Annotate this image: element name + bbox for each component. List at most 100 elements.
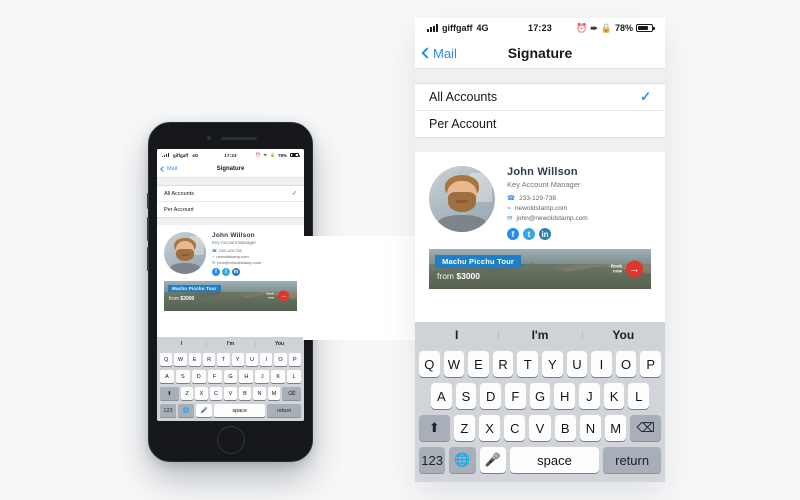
key-g[interactable]: G [223,370,238,383]
key-i[interactable]: I [260,353,273,366]
on-screen-keyboard[interactable]: I I'm You Q W E R T Y U I O P A S D F G … [415,322,665,482]
key-r[interactable]: R [492,351,514,377]
numbers-key[interactable]: 123 [419,447,446,473]
key-a[interactable]: A [430,383,452,409]
return-key[interactable]: return [603,447,661,473]
key-t[interactable]: T [217,353,230,366]
linkedin-icon[interactable]: in [539,228,551,240]
key-g[interactable]: G [529,383,551,409]
promo-banner[interactable]: Machu Picchu Tour from $3000 Book now → [164,281,297,311]
promo-banner[interactable]: Machu Picchu Tour from $3000 Book now → [429,249,651,289]
key-n[interactable]: N [253,387,266,400]
key-k[interactable]: K [271,370,286,383]
microphone-icon[interactable]: 🎤 [196,404,213,417]
key-u[interactable]: U [566,351,588,377]
key-b[interactable]: B [554,415,576,441]
key-q[interactable]: Q [419,351,440,377]
back-to-mail-button[interactable]: Mail [421,46,457,61]
key-f[interactable]: F [505,383,526,409]
signature-editor[interactable]: John Willson Key Account Manager ☎ 233-1… [415,152,665,322]
key-o[interactable]: O [615,351,637,377]
key-y[interactable]: Y [231,353,244,366]
globe-icon[interactable]: 🌐 [449,447,476,473]
key-d[interactable]: D [480,383,501,409]
list-item-all-accounts[interactable]: All Accounts ✓ [157,186,304,201]
key-y[interactable]: Y [542,351,563,377]
key-o[interactable]: O [274,353,287,366]
key-h[interactable]: H [239,370,254,383]
key-i[interactable]: I [591,351,612,377]
delete-key[interactable]: ⌫ [282,387,301,400]
key-c[interactable]: C [209,387,223,400]
key-n[interactable]: N [579,415,602,441]
key-e[interactable]: E [468,351,489,377]
signature-editor[interactable]: John Willson Key Account Manager ☎ 233-1… [157,225,304,337]
earpiece-speaker [220,137,257,140]
list-item-per-account[interactable]: Per Account [415,110,665,137]
key-d[interactable]: D [191,370,206,383]
key-m[interactable]: M [267,387,281,400]
key-q[interactable]: Q [160,353,173,366]
space-key[interactable]: space [509,447,600,473]
shift-key[interactable]: ⬆ [160,387,179,400]
key-v[interactable]: V [224,387,237,400]
key-k[interactable]: K [603,383,625,409]
key-w[interactable]: W [443,351,465,377]
numbers-key[interactable]: 123 [159,404,177,417]
location-icon: ➨ [263,152,268,157]
volume-down-button[interactable] [147,217,149,241]
silent-switch[interactable] [147,247,149,271]
key-z[interactable]: Z [180,387,194,400]
twitter-icon[interactable]: t [222,268,230,276]
prediction-0[interactable]: I [415,328,498,342]
list-item-per-account[interactable]: Per Account [157,201,304,217]
key-z[interactable]: Z [453,415,475,441]
key-w[interactable]: W [174,353,187,366]
key-e[interactable]: E [188,353,201,366]
home-button[interactable] [216,426,245,454]
facebook-icon[interactable]: f [212,268,220,276]
key-u[interactable]: U [245,353,259,366]
return-key[interactable]: return [267,404,302,417]
facebook-icon[interactable]: f [507,228,519,240]
key-c[interactable]: C [504,415,526,441]
globe-icon[interactable]: 🌐 [178,404,195,417]
key-m[interactable]: M [605,415,627,441]
keyboard-row-1: Q W E R T Y U I O P [415,348,665,380]
key-x[interactable]: X [478,415,501,441]
key-a[interactable]: A [160,370,174,383]
key-v[interactable]: V [529,415,551,441]
back-to-mail-button[interactable]: Mail [160,166,177,172]
twitter-icon[interactable]: t [523,228,535,240]
key-j[interactable]: J [255,370,270,383]
key-s[interactable]: S [175,370,190,383]
network-type-label: 4G [476,23,489,33]
key-x[interactable]: X [195,387,208,400]
banner-cta[interactable]: Book now → [611,260,643,278]
key-t[interactable]: T [517,351,538,377]
key-r[interactable]: R [202,353,216,366]
prediction-1[interactable]: I'm [206,341,255,347]
key-p[interactable]: P [640,351,661,377]
prediction-2[interactable]: You [255,341,304,347]
linkedin-icon[interactable]: in [232,268,240,276]
banner-cta[interactable]: Book now → [267,290,289,302]
key-p[interactable]: P [288,353,301,366]
key-l[interactable]: L [628,383,650,409]
key-b[interactable]: B [238,387,252,400]
prediction-0[interactable]: I [157,341,206,347]
key-s[interactable]: S [455,383,477,409]
space-key[interactable]: space [214,404,266,417]
prediction-1[interactable]: I'm [498,328,581,342]
on-screen-keyboard[interactable]: I I'm You Q W E R T Y U I O P A S D F G … [157,337,304,421]
key-f[interactable]: F [207,370,222,383]
key-j[interactable]: J [579,383,600,409]
prediction-2[interactable]: You [581,328,665,342]
list-item-all-accounts[interactable]: All Accounts ✓ [415,84,665,110]
volume-up-button[interactable] [147,193,149,209]
delete-key[interactable]: ⌫ [630,415,662,441]
key-h[interactable]: H [554,383,576,409]
microphone-icon[interactable]: 🎤 [479,447,506,473]
shift-key[interactable]: ⬆ [418,415,450,441]
key-l[interactable]: L [287,370,302,383]
